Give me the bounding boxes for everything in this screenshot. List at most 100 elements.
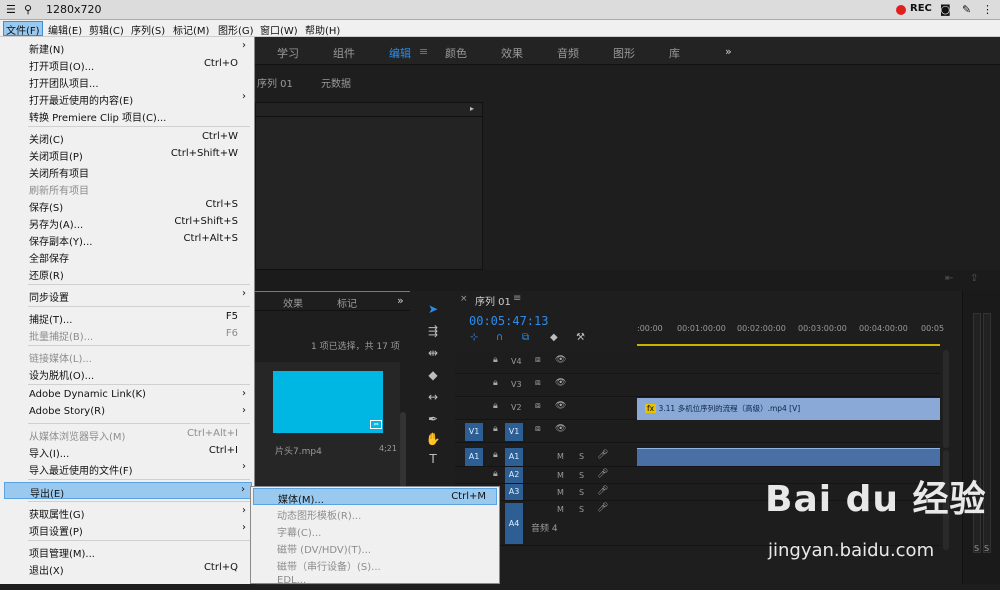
mute-button[interactable]: M [557, 488, 564, 497]
export-submenu-item[interactable]: 媒体(M)... Ctrl+M [253, 488, 497, 506]
microphone-icon[interactable]: 🎤︎ [597, 503, 608, 513]
sync-icon[interactable]: ⧈ [535, 355, 541, 365]
video-scrollbar[interactable] [943, 350, 949, 448]
track-target-a1[interactable]: A1 [505, 448, 523, 466]
file-menu-item[interactable]: 同步设置 › [4, 287, 252, 304]
eye-icon[interactable]: 👁︎ [555, 424, 566, 434]
file-menu-item[interactable]: 刷新所有项目 [4, 180, 252, 197]
export-submenu-item[interactable]: 磁带 (DV/HDV)(T)... [253, 539, 497, 556]
file-menu-item[interactable]: 项目管理(M)... [4, 543, 252, 560]
source-tab-metadata[interactable]: 元数据 [321, 75, 351, 90]
add-marker-icon[interactable]: ◆ [550, 332, 558, 343]
menu-graphics[interactable]: 图形(G) [218, 22, 254, 37]
file-menu-item[interactable]: 打开项目(O)... Ctrl+O [4, 56, 252, 73]
track-target-v1[interactable]: V1 [505, 423, 523, 441]
audio-clip[interactable] [637, 448, 940, 466]
workspace-menu-icon[interactable]: ≡ [419, 45, 428, 58]
lock-icon[interactable]: 🔒︎ [493, 424, 498, 434]
hamburger-icon[interactable]: ☰ [6, 3, 16, 16]
source-tab-sequence[interactable]: 序列 01 [257, 75, 293, 90]
file-menu-item[interactable]: Adobe Story(R) › [4, 404, 252, 421]
slip-tool-icon[interactable]: ↔ [424, 390, 442, 408]
file-menu-item[interactable]: 关闭项目(P) Ctrl+Shift+W [4, 146, 252, 163]
track-select-tool-icon[interactable]: ⇶ [424, 324, 442, 342]
menu-sequence[interactable]: 序列(S) [131, 22, 165, 37]
file-menu-item[interactable]: 导入最近使用的文件(F) › [4, 460, 252, 477]
solo-button[interactable]: S [579, 505, 584, 514]
hand-tool-icon[interactable]: ✋ [424, 432, 442, 450]
file-menu-item[interactable]: 全部保存 [4, 248, 252, 265]
workspace-tab-audio[interactable]: 音频 [557, 45, 579, 61]
eye-icon[interactable]: 👁︎ [555, 355, 566, 365]
clip-name[interactable]: 片头7.mp4 [275, 444, 322, 457]
wrench-icon[interactable]: ⚒ [576, 332, 585, 343]
mute-button[interactable]: M [557, 452, 564, 461]
pen-icon[interactable]: ✎ [962, 3, 971, 16]
menu-help[interactable]: 帮助(H) [305, 22, 340, 37]
file-menu-item[interactable]: 设为脱机(O)... [4, 365, 252, 382]
workspace-tab-libraries[interactable]: 库 [669, 45, 680, 61]
file-menu-item[interactable]: 新建(N) › [4, 39, 252, 56]
razor-tool-icon[interactable]: ◆ [424, 368, 442, 386]
export-frame-icon[interactable]: ⇤ [945, 273, 953, 284]
timeline-menu-icon[interactable]: ≡ [513, 293, 521, 304]
file-menu-item[interactable]: 导入(I)... Ctrl+I [4, 443, 252, 460]
file-menu-item[interactable]: 退出(X) Ctrl+Q [4, 560, 252, 577]
export-submenu-item[interactable]: EDL... [253, 573, 497, 590]
playhead-timecode[interactable]: 00:05:47:13 [469, 314, 548, 328]
meter-solo-left[interactable]: S [974, 544, 979, 553]
more-icon[interactable]: ⋮ [982, 3, 993, 16]
workspace-tab-assembly[interactable]: 组件 [333, 45, 355, 61]
solo-button[interactable]: S [579, 452, 584, 461]
file-menu-item[interactable]: 打开最近使用的内容(E) › [4, 90, 252, 107]
sync-icon[interactable]: ⧈ [535, 378, 541, 388]
nest-icon[interactable]: ⊹ [470, 332, 478, 343]
workspace-tab-editing[interactable]: 编辑 [389, 45, 411, 61]
export-submenu-item[interactable]: 动态图形模板(R)... [253, 505, 497, 522]
microphone-icon[interactable]: 🎤︎ [597, 469, 608, 479]
lock-icon[interactable]: 🔒︎ [493, 450, 498, 460]
sync-icon[interactable]: ⧈ [535, 424, 541, 434]
video-clip[interactable]: fx 3.11 多机位序列的流程（高级）.mp4 [V] [637, 398, 940, 420]
lock-icon[interactable]: 🔒︎ [493, 469, 498, 479]
panel-overflow-icon[interactable]: » [397, 294, 404, 307]
microphone-icon[interactable]: 🎤︎ [597, 486, 608, 496]
file-menu-item[interactable]: Adobe Dynamic Link(K) › [4, 387, 252, 404]
time-ruler[interactable]: :00:00 00:01:00:00 00:02:00:00 00:03:00:… [637, 320, 944, 346]
workspace-overflow-icon[interactable]: » [725, 45, 732, 58]
file-menu-item[interactable]: 获取属性(G) › [4, 504, 252, 521]
menu-window[interactable]: 窗口(W) [260, 22, 298, 37]
file-menu-item[interactable]: 捕捉(T)... F5 [4, 309, 252, 326]
file-menu-item[interactable]: 打开团队项目... [4, 73, 252, 90]
camera-icon[interactable]: ◙ [940, 3, 951, 16]
file-menu-item[interactable]: 批量捕捉(B)... F6 [4, 326, 252, 343]
project-tab-effects[interactable]: 效果 [283, 295, 303, 310]
file-menu-item[interactable]: 另存为(A)... Ctrl+Shift+S [4, 214, 252, 231]
file-menu-item[interactable]: 导出(E) › [4, 482, 252, 500]
menu-edit[interactable]: 编辑(E) [48, 22, 82, 37]
pen-tool-icon[interactable]: ✒ [424, 412, 442, 430]
file-menu-item[interactable]: 保存(S) Ctrl+S [4, 197, 252, 214]
expand-right-icon[interactable]: ▸ [470, 104, 474, 113]
menu-clip[interactable]: 剪辑(C) [89, 22, 124, 37]
button-editor-icon[interactable]: ⇪ [970, 273, 978, 284]
solo-button[interactable]: S [579, 488, 584, 497]
file-menu-item[interactable]: 从媒体浏览器导入(M) Ctrl+Alt+I [4, 426, 252, 443]
lock-icon[interactable]: 🔒︎ [493, 378, 498, 388]
menu-marker[interactable]: 标记(M) [173, 22, 209, 37]
menu-file[interactable]: 文件(F) [3, 21, 43, 37]
rec-label[interactable]: REC [910, 3, 932, 14]
track-v3[interactable]: 🔒︎ V3 ⧈ 👁︎ [455, 375, 940, 397]
file-menu-item[interactable]: 保存副本(Y)... Ctrl+Alt+S [4, 231, 252, 248]
file-menu-item[interactable]: 项目设置(P) › [4, 521, 252, 538]
workspace-tab-effects[interactable]: 效果 [501, 45, 523, 61]
lock-icon[interactable]: 🔒︎ [493, 401, 498, 411]
eye-icon[interactable]: 👁︎ [555, 378, 566, 388]
type-tool-icon[interactable]: T [424, 452, 442, 470]
workspace-tab-learn[interactable]: 学习 [277, 45, 299, 61]
snap-icon[interactable]: ∩ [496, 332, 503, 343]
source-patch-v1[interactable]: V1 [465, 423, 483, 441]
solo-button[interactable]: S [579, 471, 584, 480]
track-v4[interactable]: 🔒︎ V4 ⧈ 👁︎ [455, 352, 940, 374]
timeline-tab[interactable]: 序列 01 [475, 293, 511, 308]
